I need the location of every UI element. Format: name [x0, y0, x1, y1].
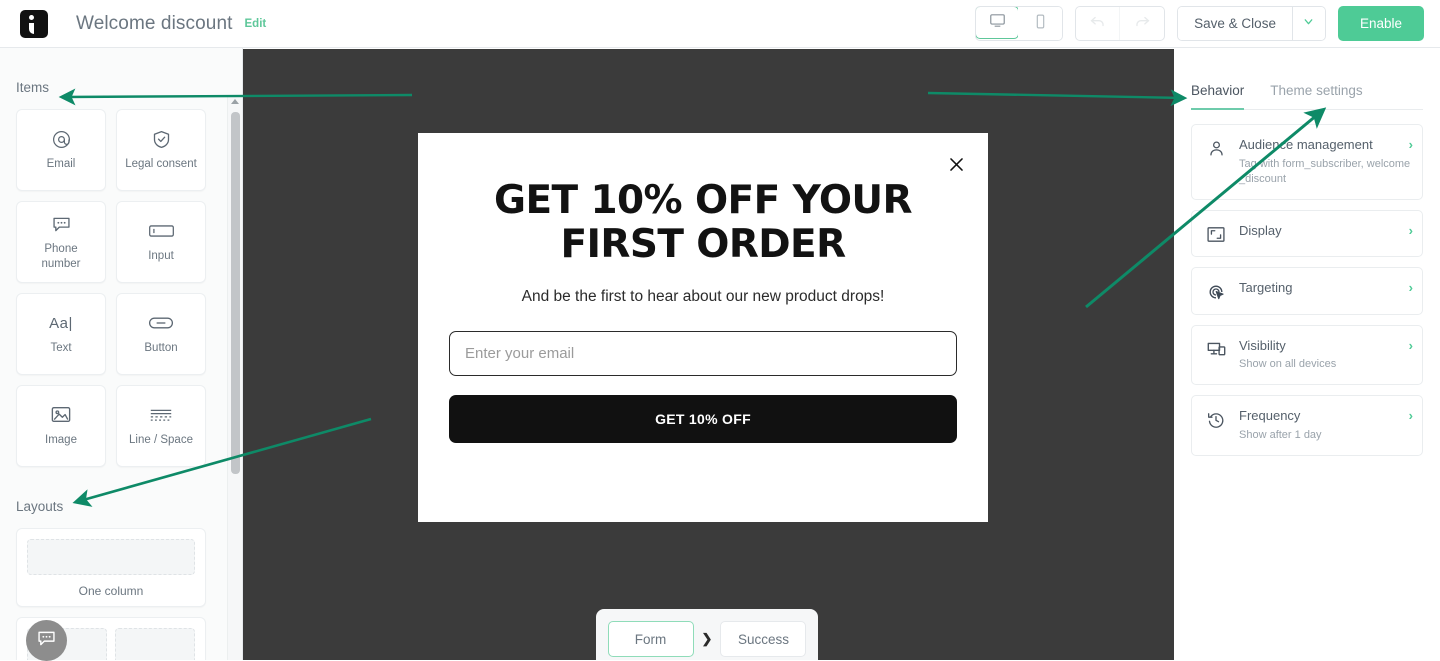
- chevron-right-icon: ›: [1409, 408, 1413, 423]
- popup-email-input[interactable]: [449, 331, 957, 376]
- chat-support-button[interactable]: [26, 620, 67, 661]
- items-tile-grid: Email Legal consent: [16, 109, 212, 467]
- shield-check-icon: [151, 128, 172, 150]
- settings-card-title: Frequency: [1239, 408, 1412, 425]
- chevron-right-icon: ›: [1409, 338, 1413, 353]
- step-separator-icon: ❯: [702, 631, 713, 647]
- settings-card-title: Audience management: [1239, 137, 1412, 154]
- desktop-preview-button[interactable]: [975, 6, 1019, 39]
- settings-tabs: Behavior Theme settings: [1191, 49, 1423, 110]
- save-and-close-button[interactable]: Save & Close: [1178, 7, 1293, 40]
- page-title: Welcome discount: [76, 13, 233, 35]
- item-tile-label: Input: [148, 249, 174, 263]
- popup-preview-canvas: GET 10% OFF YOUR FIRST ORDER And be the …: [243, 49, 1174, 660]
- devices-icon: [1204, 338, 1228, 359]
- at-sign-icon: [51, 128, 72, 150]
- edit-title-link[interactable]: Edit: [245, 18, 267, 30]
- settings-card-subtitle: Show after 1 day: [1239, 428, 1412, 443]
- items-section-label: Items: [16, 80, 212, 95]
- item-tile-text[interactable]: Aa| Text: [16, 293, 106, 375]
- mobile-preview-button[interactable]: [1018, 7, 1062, 40]
- tab-behavior[interactable]: Behavior: [1191, 83, 1244, 109]
- settings-card-subtitle: Tag with form_subscriber, welcome_discou…: [1239, 157, 1412, 187]
- behavior-settings-list: Audience management Tag with form_subscr…: [1191, 124, 1423, 456]
- step-success[interactable]: Success: [720, 621, 806, 657]
- save-button-group: Save & Close: [1177, 6, 1326, 41]
- chat-bubble-icon: [36, 628, 57, 654]
- save-options-dropdown-button[interactable]: [1293, 7, 1325, 40]
- settings-card-title: Targeting: [1239, 280, 1412, 297]
- redo-arrow-icon: [1133, 12, 1152, 36]
- item-tile-label: Line / Space: [129, 433, 193, 447]
- item-tile-label: Text: [50, 341, 71, 355]
- popup-subheadline: And be the first to hear about our new p…: [522, 288, 885, 306]
- brand-logo-icon: [20, 10, 48, 38]
- item-tile-label: Phone number: [25, 242, 97, 271]
- layout-tile-one-column[interactable]: One column: [16, 528, 206, 607]
- line-space-icon: [148, 404, 174, 426]
- close-icon[interactable]: [945, 153, 967, 175]
- left-sidebar: Items Email Legal conse: [0, 48, 243, 660]
- tab-theme-settings[interactable]: Theme settings: [1270, 83, 1362, 109]
- settings-card-audience-management[interactable]: Audience management Tag with form_subscr…: [1191, 124, 1423, 200]
- layout-preview-one-column: [27, 539, 195, 575]
- item-tile-label: Button: [144, 341, 177, 355]
- right-settings-panel: Behavior Theme settings Audience managem…: [1174, 49, 1440, 660]
- button-pill-icon: [147, 312, 175, 334]
- undo-button[interactable]: [1076, 7, 1120, 40]
- chevron-right-icon: ›: [1409, 280, 1413, 295]
- item-tile-button[interactable]: Button: [116, 293, 206, 375]
- speech-bubble-icon: [51, 213, 72, 235]
- item-tile-email[interactable]: Email: [16, 109, 106, 191]
- image-icon: [50, 404, 72, 426]
- expand-frame-icon: [1204, 223, 1228, 244]
- enable-button[interactable]: Enable: [1338, 6, 1424, 41]
- popup-cta-button[interactable]: GET 10% OFF: [449, 395, 957, 443]
- layout-tile-label: One column: [27, 584, 195, 598]
- text-cursor-icon: Aa|: [49, 312, 73, 334]
- settings-card-frequency[interactable]: Frequency Show after 1 day ›: [1191, 395, 1423, 456]
- settings-card-targeting[interactable]: Targeting ›: [1191, 267, 1423, 315]
- item-tile-image[interactable]: Image: [16, 385, 106, 467]
- chevron-right-icon: ›: [1409, 223, 1413, 238]
- settings-card-visibility[interactable]: Visibility Show on all devices ›: [1191, 325, 1423, 386]
- target-cursor-icon: [1204, 280, 1228, 302]
- chevron-right-icon: ›: [1409, 137, 1413, 152]
- device-preview-toggle: [975, 6, 1063, 41]
- settings-card-title: Display: [1239, 223, 1412, 240]
- settings-card-display[interactable]: Display ›: [1191, 210, 1423, 257]
- popup-form-preview: GET 10% OFF YOUR FIRST ORDER And be the …: [418, 133, 988, 522]
- sidebar-scrollbar[interactable]: [227, 96, 242, 660]
- settings-card-subtitle: Show on all devices: [1239, 357, 1412, 372]
- item-tile-input[interactable]: Input: [116, 201, 206, 283]
- history-controls: [1075, 6, 1165, 41]
- item-tile-line-space[interactable]: Line / Space: [116, 385, 206, 467]
- person-icon: [1204, 137, 1228, 158]
- settings-card-title: Visibility: [1239, 338, 1412, 355]
- chevron-down-icon: [1302, 15, 1315, 33]
- layouts-section-label: Layouts: [16, 499, 212, 514]
- top-bar-actions: Save & Close Enable: [975, 6, 1424, 41]
- top-bar: Welcome discount Edit: [0, 0, 1440, 48]
- item-tile-phone-number[interactable]: Phone number: [16, 201, 106, 283]
- scroll-up-arrow-icon[interactable]: [231, 99, 239, 104]
- popup-headline: GET 10% OFF YOUR FIRST ORDER: [468, 179, 938, 266]
- step-form[interactable]: Form: [608, 621, 694, 657]
- item-tile-label: Email: [47, 157, 76, 171]
- item-tile-label: Image: [45, 433, 77, 447]
- scrollbar-thumb[interactable]: [231, 112, 240, 474]
- popup-step-switcher: Form ❯ Success: [596, 609, 818, 660]
- clock-rotate-icon: [1204, 408, 1228, 430]
- redo-button[interactable]: [1120, 7, 1164, 40]
- desktop-monitor-icon: [989, 12, 1006, 34]
- item-tile-legal-consent[interactable]: Legal consent: [116, 109, 206, 191]
- undo-arrow-icon: [1088, 12, 1107, 36]
- input-field-icon: [148, 220, 175, 242]
- item-tile-label: Legal consent: [125, 157, 197, 171]
- mobile-phone-icon: [1032, 13, 1049, 35]
